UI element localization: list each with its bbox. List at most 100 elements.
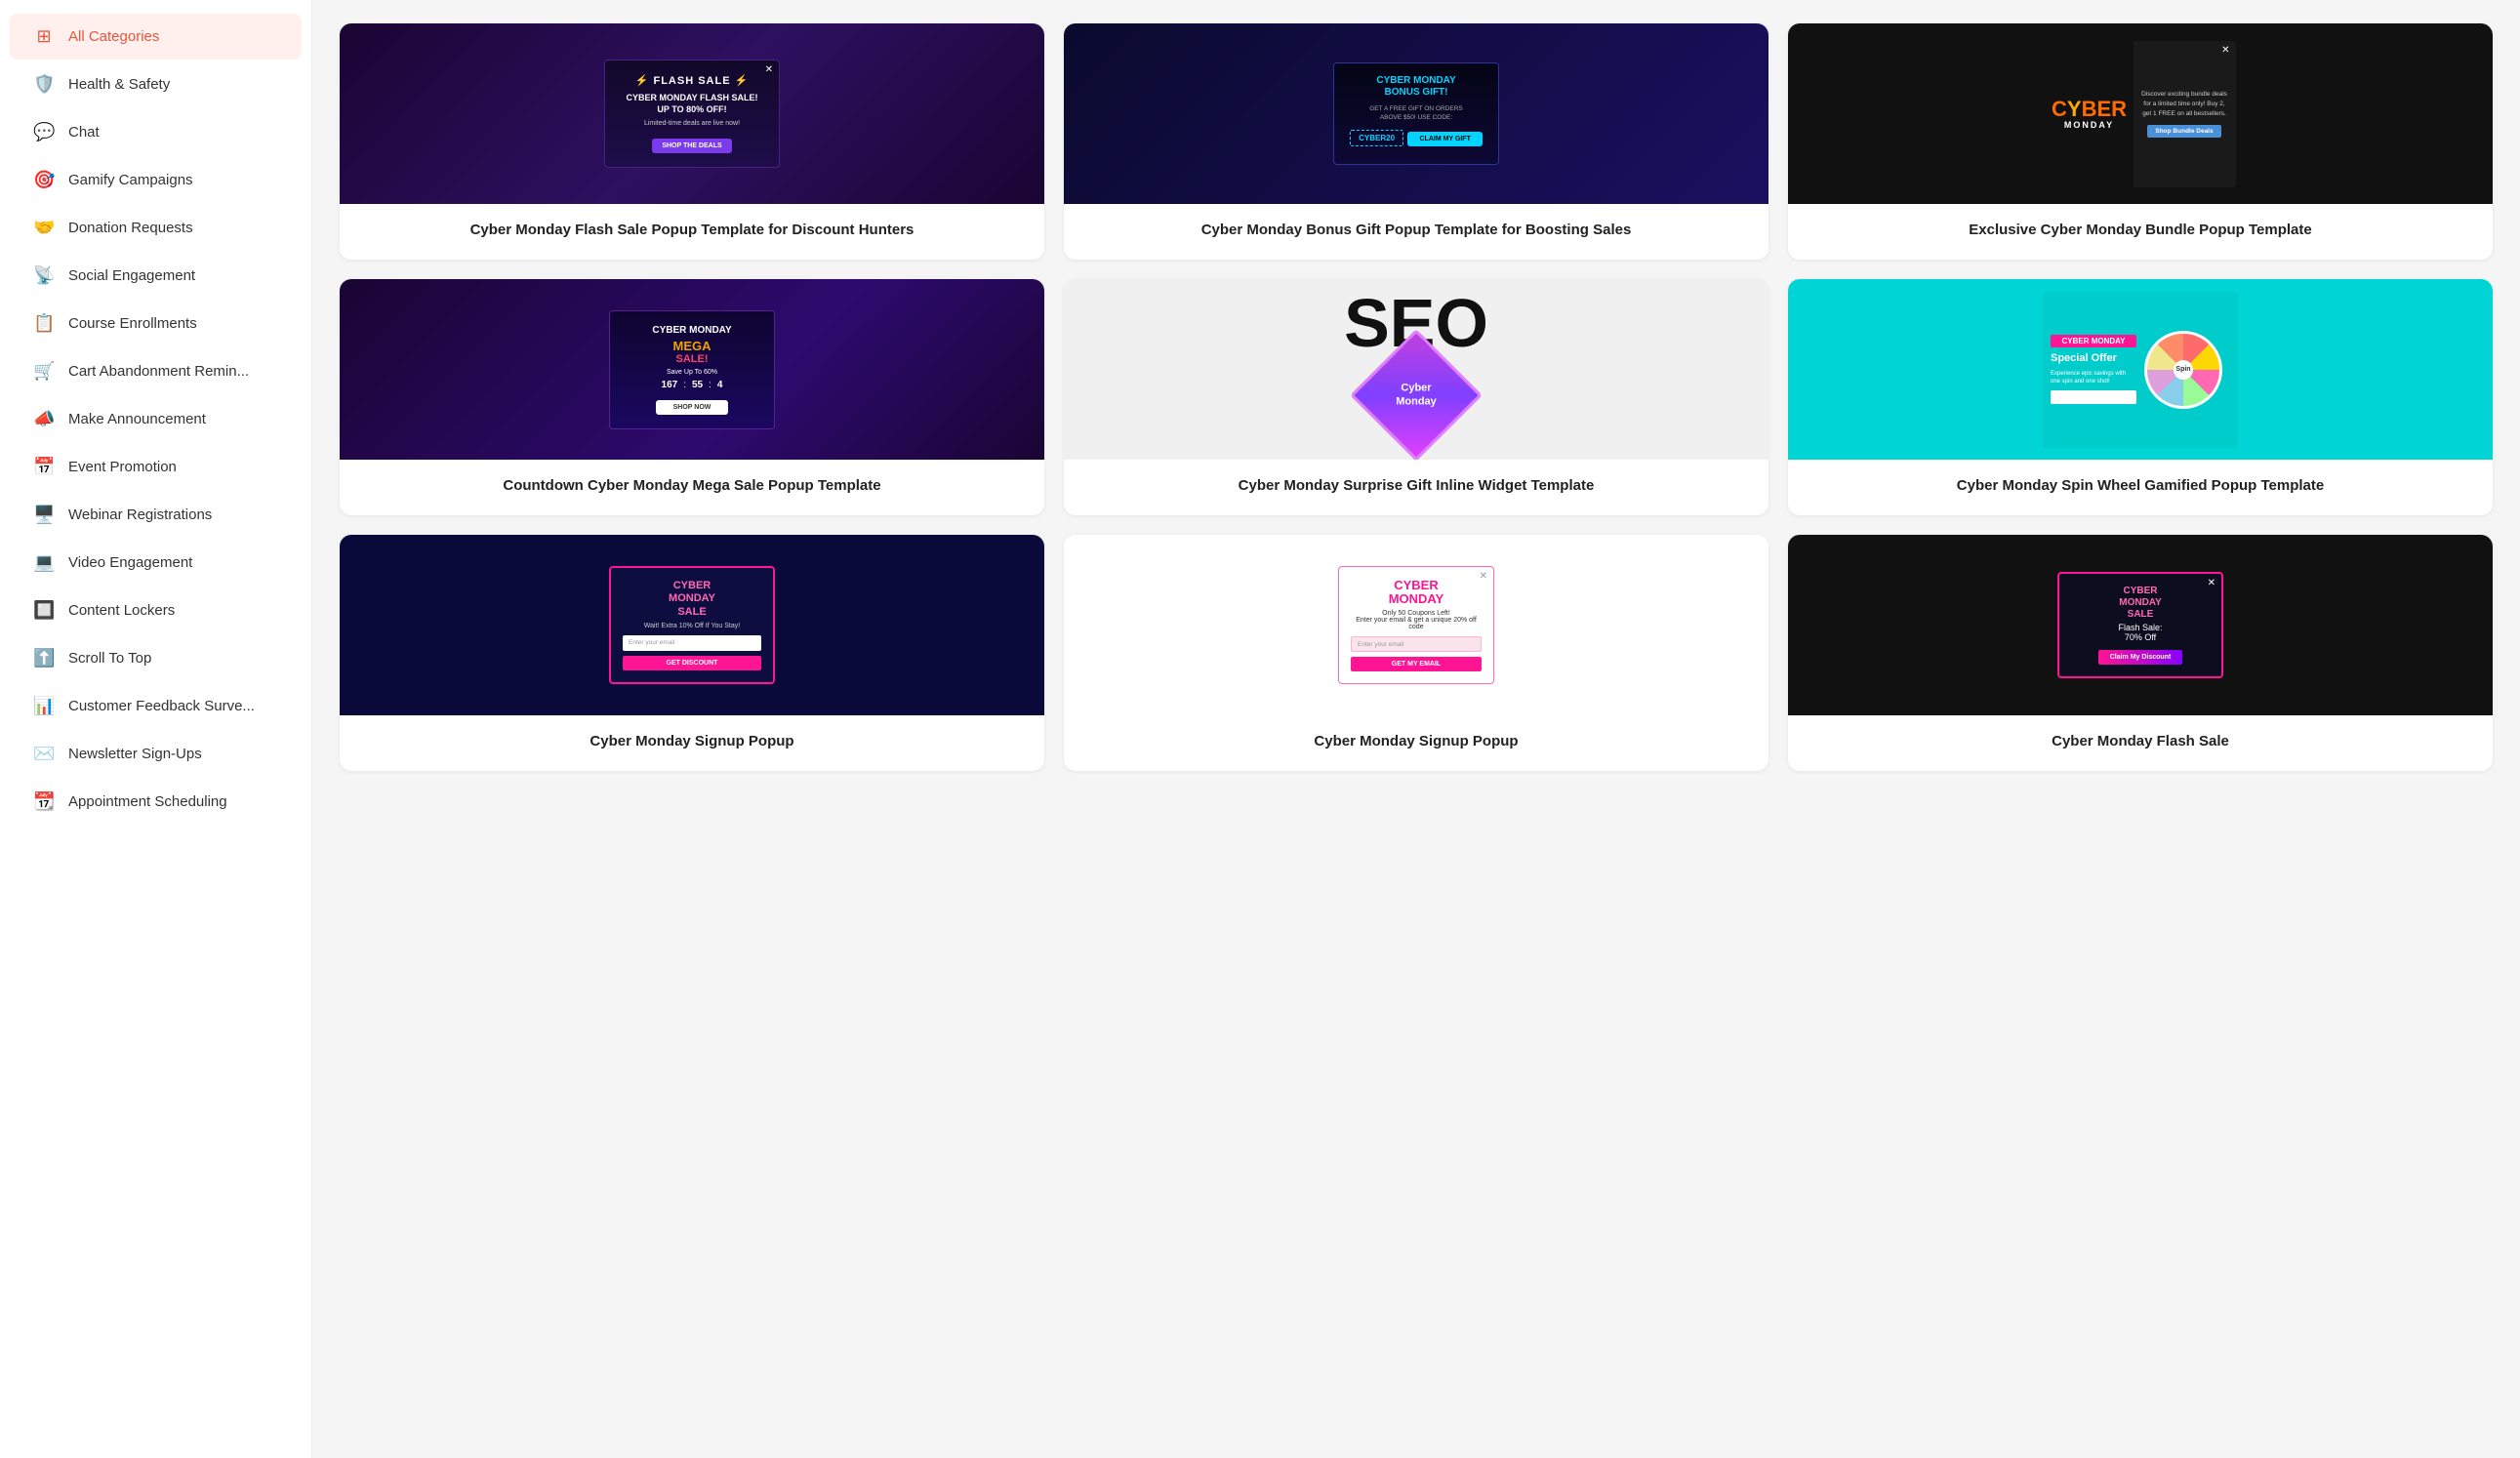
offer-text: Special Offer: [2051, 351, 2136, 365]
sidebar-item-announcement[interactable]: 📣 Make Announcement: [10, 396, 302, 442]
sidebar-item-webinar[interactable]: 🖥️ Webinar Registrations: [10, 492, 302, 538]
donation-icon: 🤝: [33, 218, 55, 238]
sidebar-item-label: Event Promotion: [68, 459, 177, 475]
sidebar-item-label: Content Lockers: [68, 602, 175, 619]
video-icon: 💻: [33, 552, 55, 573]
card-preview: CYBERMONDAYSALE Wait! Extra 10% Off If Y…: [340, 535, 1044, 715]
newsletter-icon: ✉️: [33, 744, 55, 764]
template-card[interactable]: ✕ ⚡ FLASH SALE ⚡ CYBER MONDAY FLASH SALE…: [340, 23, 1044, 260]
sidebar-item-label: Webinar Registrations: [68, 506, 212, 523]
diamond-container: CyberMonday: [1369, 348, 1463, 442]
sidebar-item-label: Health & Safety: [68, 76, 170, 93]
close-icon: ✕: [765, 64, 773, 75]
sidebar-item-all-categories[interactable]: ⊞ All Categories: [10, 14, 302, 60]
announcement-icon: 📣: [33, 409, 55, 429]
sidebar-item-course[interactable]: 📋 Course Enrollments: [10, 301, 302, 346]
spin-button: Spin: [2174, 360, 2193, 380]
close-icon: ✕: [2208, 578, 2215, 588]
close-icon: ✕: [1480, 571, 1487, 582]
sidebar-item-label: Cart Abandonment Remin...: [68, 363, 249, 380]
sidebar-item-label: Appointment Scheduling: [68, 793, 227, 810]
card-title: Cyber Monday Spin Wheel Gamified Popup T…: [1788, 460, 2493, 515]
popup-preview: Cyber Monday MEGA SALE! Save Up To 60% 1…: [609, 310, 775, 429]
email-box: Enter your email: [623, 635, 761, 651]
sidebar-item-label: Social Engagement: [68, 267, 195, 284]
sidebar-item-label: Video Engagement: [68, 554, 192, 571]
card-title: Cyber Monday Flash Sale Popup Template f…: [340, 204, 1044, 260]
card-preview: SEO CyberMonday: [1064, 279, 1768, 460]
sidebar-item-gamify[interactable]: 🎯 Gamify Campaigns: [10, 157, 302, 203]
popup-headline: CYBERMONDAYSALE: [623, 580, 761, 619]
template-card[interactable]: CYBER MONDAYBONUS GIFT! GET A FREE GIFT …: [1064, 23, 1768, 260]
template-card[interactable]: ✕ CYBER MONDAY Discover exciting bundle …: [1788, 23, 2493, 260]
sidebar: ⊞ All Categories 🛡️ Health & Safety 💬 Ch…: [0, 0, 312, 1458]
template-card[interactable]: ✕ CYBERMONDAY Only 50 Coupons Left!Enter…: [1064, 535, 1768, 771]
popup-right: Discover exciting bundle deals for a lim…: [2134, 41, 2236, 187]
appointment-icon: 📆: [33, 791, 55, 812]
sidebar-item-health-safety[interactable]: 🛡️ Health & Safety: [10, 61, 302, 107]
template-card[interactable]: CYBERMONDAYSALE Wait! Extra 10% Off If Y…: [340, 535, 1044, 771]
popup-button: SHOP NOW: [656, 400, 729, 415]
promo-code: CYBER20: [1350, 130, 1403, 146]
health-safety-icon: 🛡️: [33, 74, 55, 95]
popup-preview: ✕ CYBERMONDAY Only 50 Coupons Left!Enter…: [1338, 566, 1494, 685]
gamify-icon: 🎯: [33, 170, 55, 190]
sidebar-item-appointment[interactable]: 📆 Appointment Scheduling: [10, 779, 302, 825]
cart-icon: 🛒: [33, 361, 55, 382]
card-preview: CYBER MONDAY Special Offer Experience ep…: [1788, 279, 2493, 460]
popup-preview: CYBERMONDAYSALE Wait! Extra 10% Off If Y…: [609, 566, 775, 684]
popup-left: CYBER MONDAY Special Offer Experience ep…: [2043, 325, 2144, 413]
popup-text: Discover exciting bundle deals for a lim…: [2141, 90, 2228, 118]
template-card[interactable]: ✕ CYBERMONDAYSALE Flash Sale:70% Off Cla…: [1788, 535, 2493, 771]
all-categories-label: All Categories: [68, 28, 159, 45]
sidebar-item-event[interactable]: 📅 Event Promotion: [10, 444, 302, 490]
card-preview: ✕ CYBERMONDAYSALE Flash Sale:70% Off Cla…: [1788, 535, 2493, 715]
popup-sale: SALE!: [622, 353, 762, 365]
popup-button: CLAIM MY GIFT: [1407, 132, 1482, 146]
sidebar-item-label: Donation Requests: [68, 220, 193, 236]
feedback-icon: 📊: [33, 696, 55, 716]
popup-preview: ✕ ⚡ FLASH SALE ⚡ CYBER MONDAY FLASH SALE…: [604, 60, 780, 167]
popup-headline: CYBER MONDAYBONUS GIFT!: [1344, 75, 1488, 99]
sidebar-item-donation[interactable]: 🤝 Donation Requests: [10, 205, 302, 251]
sidebar-item-newsletter[interactable]: ✉️ Newsletter Sign-Ups: [10, 731, 302, 777]
close-icon: ✕: [2221, 45, 2229, 56]
sidebar-item-scroll[interactable]: ⬆️ Scroll To Top: [10, 635, 302, 681]
sidebar-item-cart[interactable]: 🛒 Cart Abandonment Remin...: [10, 348, 302, 394]
event-icon: 📅: [33, 457, 55, 477]
sidebar-item-social[interactable]: 📡 Social Engagement: [10, 253, 302, 299]
sidebar-item-label: Make Announcement: [68, 411, 206, 427]
spin-wheel: Spin: [2144, 331, 2222, 409]
sidebar-item-label: Course Enrollments: [68, 315, 197, 332]
diamond-text: CyberMonday: [1396, 382, 1437, 410]
card-preview: ✕ ⚡ FLASH SALE ⚡ CYBER MONDAY FLASH SALE…: [340, 23, 1044, 204]
webinar-icon: 🖥️: [33, 505, 55, 525]
template-card[interactable]: CYBER MONDAY Special Offer Experience ep…: [1788, 279, 2493, 515]
popup-button: Get My email: [1351, 657, 1482, 671]
chat-icon: 💬: [33, 122, 55, 142]
sidebar-item-feedback[interactable]: 📊 Customer Feedback Surve...: [10, 683, 302, 729]
popup-headline: CYBERMONDAYSALE: [2071, 586, 2210, 621]
popup-preview: ✕ CYBER MONDAY Discover exciting bundle …: [2046, 41, 2236, 187]
sub-text: Experience epic savings with one spin an…: [2051, 370, 2136, 386]
sidebar-item-content[interactable]: 🔲 Content Lockers: [10, 587, 302, 633]
sidebar-item-label: Gamify Campaigns: [68, 172, 193, 188]
popup-subtext: Only 50 Coupons Left!Enter your email & …: [1351, 610, 1482, 630]
card-title: Countdown Cyber Monday Mega Sale Popup T…: [340, 460, 1044, 515]
popup-save: Save Up To 60%: [622, 369, 762, 376]
email-input-preview: [2051, 390, 2136, 404]
sidebar-item-label: Chat: [68, 124, 100, 141]
card-preview: CYBER MONDAYBONUS GIFT! GET A FREE GIFT …: [1064, 23, 1768, 204]
sidebar-item-chat[interactable]: 💬 Chat: [10, 109, 302, 155]
card-title: Cyber Monday Signup Popup: [340, 715, 1044, 771]
card-preview: Cyber Monday MEGA SALE! Save Up To 60% 1…: [340, 279, 1044, 460]
card-title: Cyber Monday Bonus Gift Popup Template f…: [1064, 204, 1768, 260]
card-title: Cyber Monday Flash Sale: [1788, 715, 2493, 771]
email-placeholder: Enter your email: [1358, 641, 1403, 648]
email-placeholder: Enter your email: [629, 639, 674, 646]
template-card[interactable]: SEO CyberMonday Cyber Monday Surprise Gi…: [1064, 279, 1768, 515]
social-icon: 📡: [33, 265, 55, 286]
template-card[interactable]: Cyber Monday MEGA SALE! Save Up To 60% 1…: [340, 279, 1044, 515]
sidebar-item-video[interactable]: 💻 Video Engagement: [10, 540, 302, 586]
card-title: Cyber Monday Signup Popup: [1064, 715, 1768, 771]
